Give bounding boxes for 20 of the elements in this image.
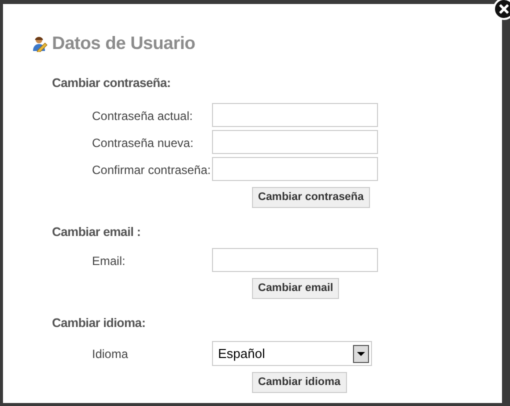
field-label: Contraseña actual: xyxy=(91,108,194,125)
submit-button[interactable]: Cambiar contraseña xyxy=(252,187,370,208)
field-label: Confirmar contraseña: xyxy=(91,162,212,179)
input-field[interactable] xyxy=(212,248,378,272)
section-heading: Cambiar email : xyxy=(52,224,141,241)
submit-button[interactable]: Cambiar idioma xyxy=(252,372,347,393)
dialog-title: Datos de Usuario xyxy=(52,32,196,55)
field-label: Contraseña nueva: xyxy=(91,135,194,152)
close-icon xyxy=(499,4,509,14)
input-field[interactable] xyxy=(212,157,378,181)
input-field[interactable] xyxy=(212,130,378,154)
language-select[interactable]: Español xyxy=(212,341,372,366)
field-label: Email: xyxy=(91,253,126,270)
user-edit-icon xyxy=(32,36,48,52)
submit-button[interactable]: Cambiar email xyxy=(252,278,340,299)
section-heading: Cambiar idioma: xyxy=(52,315,146,332)
section-heading: Cambiar contraseña: xyxy=(52,75,171,92)
close-button[interactable] xyxy=(493,0,510,20)
field-label: Idioma xyxy=(91,346,130,363)
input-field[interactable] xyxy=(212,103,378,127)
